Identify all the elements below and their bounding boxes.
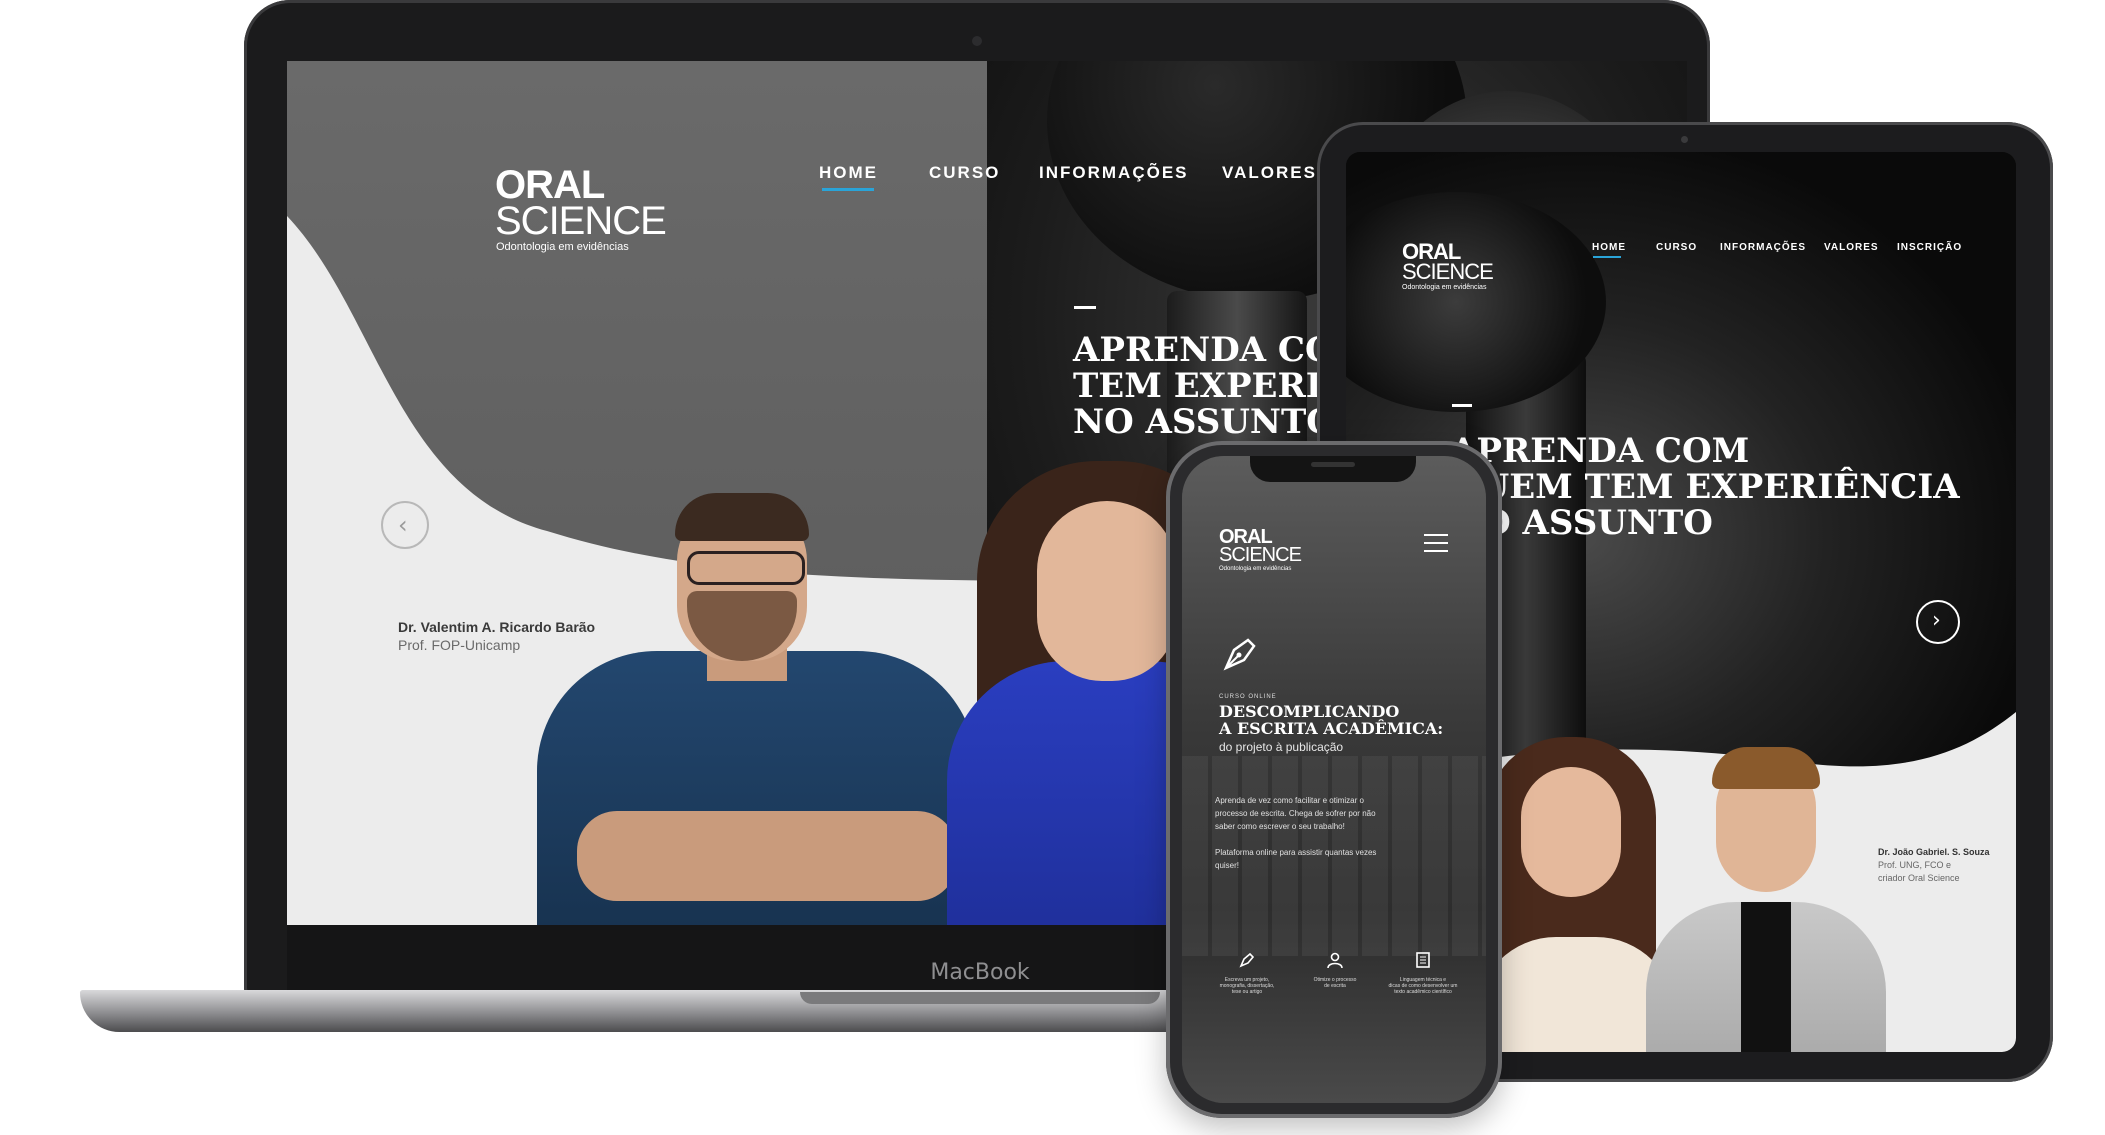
tablet-man-photo [1646, 732, 1886, 1052]
logo-tagline: Odontologia em evidências [496, 241, 629, 253]
tablet-logo-tagline: Odontologia em evidências [1402, 284, 1487, 291]
phone-title-line2: A ESCRITA ACADÊMICA: [1219, 719, 1444, 738]
fountain-pen-icon [1223, 638, 1256, 671]
prev-slide-button[interactable]: ‹ [381, 501, 429, 549]
phone-subtitle: do projeto à publicação [1219, 740, 1344, 754]
phone-title-line1: DESCOMPLICANDO [1219, 702, 1400, 721]
phone-screen: ORAL SCIENCE Odontologia em evidências C… [1182, 456, 1486, 1103]
tablet-logo-line2[interactable]: SCIENCE [1402, 260, 1494, 282]
person-icon [1327, 952, 1343, 969]
feature-2-line2: de escrita [1324, 983, 1346, 989]
tablet-hero-line2: QUEM TEM EXPERIÊNCIA [1450, 467, 1960, 507]
menu-line-middle [1424, 542, 1448, 544]
feature-1-line3: tese ou artigo [1231, 989, 1263, 995]
phone-notch [1250, 456, 1416, 482]
tablet-nav-informacoes[interactable]: INFORMAÇÕES [1720, 242, 1806, 253]
laptop-camera [972, 36, 982, 46]
tablet-nav-valores[interactable]: VALORES [1824, 242, 1879, 253]
feature-item-1: Escreva um projeto, monografia, disserta… [1204, 951, 1290, 1031]
menu-line-bottom [1424, 550, 1448, 552]
tablet-nav-inscricao[interactable]: INSCRIÇÃO [1897, 242, 1962, 253]
tablet-hero-line1: APRENDA COM [1450, 431, 1750, 471]
tablet-nav-home[interactable]: HOME [1592, 242, 1626, 253]
feature-item-3: Linguagem técnica e dicas de como desenv… [1378, 951, 1468, 1031]
tablet-person-title-line1: Prof. UNG, FCO e [1878, 860, 1952, 870]
phone-eyebrow: CURSO ONLINE [1219, 694, 1277, 700]
tablet-man-shirt [1741, 902, 1791, 1052]
hero-dash [1074, 306, 1096, 309]
tablet-next-slide-button[interactable]: › [1916, 600, 1960, 644]
phone-logo-tagline: Odontologia em evidências [1219, 566, 1292, 572]
nav-valores[interactable]: VALORES [1222, 163, 1317, 183]
phone-desc1-line2: processo de escrita. Chega de sofrer por… [1215, 809, 1376, 818]
phone-desc1-line3: saber como escrever o seu trabalho! [1215, 822, 1345, 831]
chevron-right-icon: › [1932, 608, 1941, 633]
man-hair [675, 493, 809, 541]
hero-line3: NO ASSUNTO [1073, 402, 1336, 442]
tablet-man-hair [1712, 747, 1820, 789]
phone-speaker [1311, 462, 1355, 467]
document-icon [1416, 952, 1430, 968]
man-photo [537, 451, 977, 925]
person-title: Prof. FOP-Unicamp [398, 637, 521, 653]
glasses-icon [687, 551, 805, 585]
tablet-woman-face [1521, 767, 1621, 897]
menu-line-top [1424, 534, 1448, 536]
tablet-hero-dash [1452, 404, 1472, 407]
feature-item-2: Otimize o processo de escrita [1292, 951, 1378, 1031]
pen-icon [1239, 952, 1255, 968]
phone-logo-line2[interactable]: SCIENCE [1219, 545, 1302, 565]
tablet-camera [1681, 136, 1688, 143]
tablet-nav-home-underline [1593, 256, 1621, 258]
hamburger-menu-icon[interactable] [1424, 534, 1448, 552]
tablet-person-title-line2: criador Oral Science [1878, 873, 1960, 883]
phone-desc2-line1: Plataforma online para assistir quantas … [1215, 848, 1377, 857]
chevron-left-icon: ‹ [398, 511, 408, 539]
tablet-person-name: Dr. João Gabriel. S. Souza [1878, 847, 1990, 857]
tablet-nav-curso[interactable]: CURSO [1656, 242, 1697, 253]
nav-home[interactable]: HOME [819, 163, 878, 183]
nav-informacoes[interactable]: INFORMAÇÕES [1039, 163, 1189, 183]
laptop-hinge-notch [800, 992, 1160, 1004]
man-arms [577, 811, 957, 901]
phone-desc2-line2: quiser! [1215, 861, 1240, 870]
feature-3-line3: texto acadêmico científico [1394, 989, 1452, 995]
phone-desc1-line1: Aprenda de vez como facilitar e otimizar… [1215, 796, 1364, 805]
nav-curso[interactable]: CURSO [929, 163, 1000, 183]
nav-home-underline [822, 188, 874, 191]
woman-face [1037, 501, 1177, 681]
logo-line2[interactable]: SCIENCE [495, 201, 667, 241]
